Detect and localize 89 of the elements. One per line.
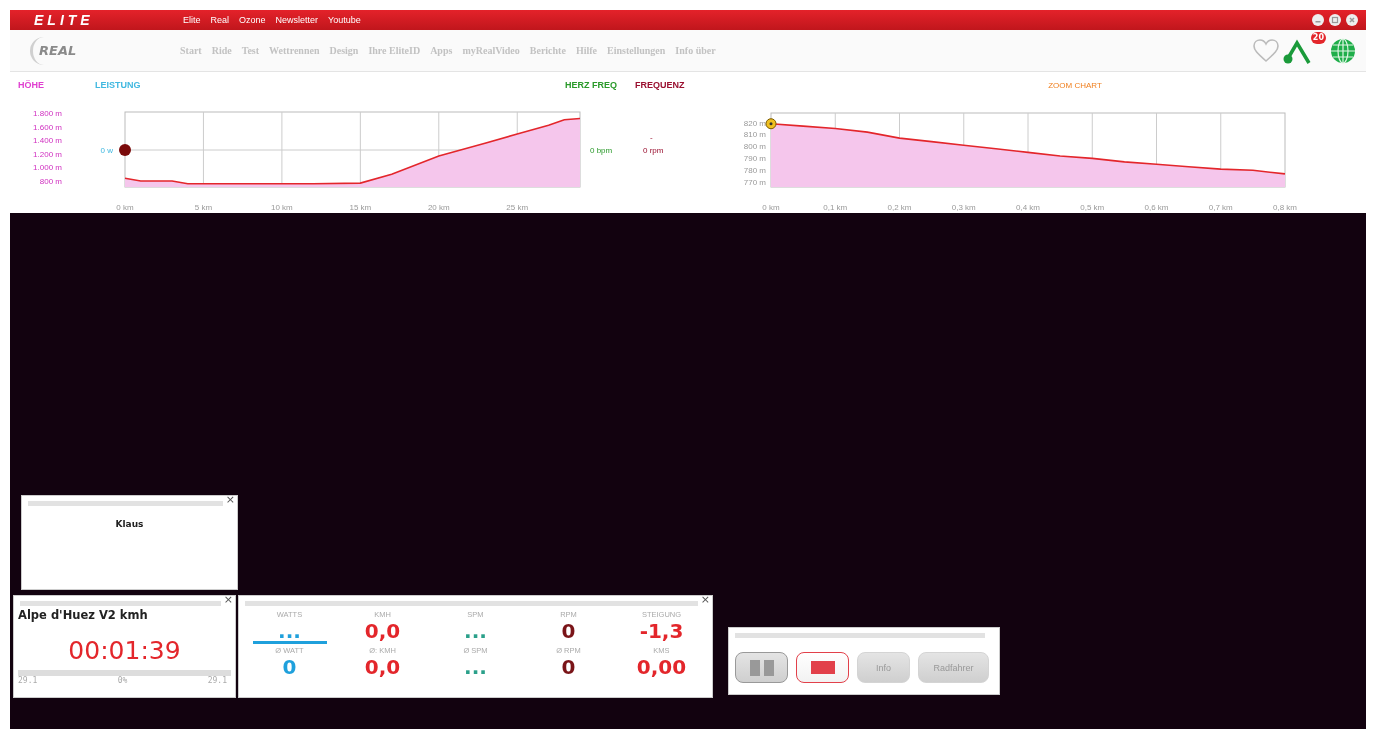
- elapsed-time: 00:01:39: [67, 636, 182, 666]
- axis-label: 0,1 km: [823, 203, 848, 212]
- axis-label: 770 m: [743, 178, 766, 188]
- axis-label: 810 m: [743, 130, 766, 140]
- axis-label: 800 m: [743, 142, 766, 152]
- maximize-icon[interactable]: [1329, 14, 1341, 26]
- axis-label: 800 m: [39, 177, 62, 186]
- axis-label: 25 km: [506, 203, 529, 212]
- position-marker: [119, 144, 131, 156]
- globe-icon[interactable]: [1330, 37, 1356, 64]
- chart-label[interactable]: HÖHE: [18, 80, 44, 90]
- stat-value: -1,3: [639, 619, 684, 643]
- axis-label: 0,5 km: [1080, 203, 1105, 212]
- chart-label[interactable]: HERZ FREQ: [565, 80, 617, 90]
- nav-item[interactable]: Design: [329, 45, 359, 56]
- axis-label: 820 m: [743, 118, 766, 128]
- axis-label: 0,2 km: [887, 203, 912, 212]
- minimize-icon[interactable]: [1312, 14, 1324, 26]
- distance-label: 29.1: [207, 676, 227, 685]
- stat-value: ...: [278, 619, 301, 643]
- panel-button[interactable]: Info: [857, 652, 910, 683]
- menu-item[interactable]: Real: [210, 15, 230, 25]
- menu-item[interactable]: Elite: [183, 15, 201, 25]
- percent-label: 0%: [117, 676, 128, 685]
- stat-value: ...: [464, 619, 487, 643]
- axis-label: 780 m: [743, 166, 766, 176]
- position-marker: [765, 118, 777, 130]
- axis-label: 1.200 m: [33, 149, 62, 159]
- menu-item[interactable]: Youtube: [328, 15, 361, 25]
- heart-icon[interactable]: [1252, 38, 1279, 63]
- heart-rate-reading: 0 bpm: [590, 146, 613, 155]
- pause-icon: [747, 659, 776, 676]
- stat-value: ...: [464, 655, 487, 679]
- stat-value: 0,0: [364, 619, 401, 643]
- axis-label: 0,8 km: [1273, 203, 1297, 212]
- cadence-mark: -: [650, 133, 653, 142]
- axis-label: 15 km: [349, 203, 372, 212]
- nav-item[interactable]: Wettrennen: [269, 45, 320, 56]
- stop-button[interactable]: [796, 652, 849, 683]
- stop-icon: [810, 661, 835, 674]
- axis-label: 0,3 km: [951, 203, 976, 212]
- axis-label: 10 km: [271, 203, 293, 212]
- nav-item[interactable]: Info über: [675, 45, 716, 56]
- pause-button[interactable]: [735, 652, 788, 683]
- stat-value: 0,0: [364, 655, 401, 679]
- nav-item[interactable]: Hilfe: [575, 45, 597, 56]
- axis-label: 0 km: [116, 203, 134, 212]
- rider-name: Klaus: [115, 519, 144, 531]
- axis-label: 5 km: [194, 203, 213, 212]
- axis-label: 1.800 m: [33, 109, 62, 118]
- close-button[interactable]: ×: [223, 594, 233, 606]
- nav-item[interactable]: Apps: [430, 45, 453, 56]
- nav-item[interactable]: Ihre EliteID: [368, 45, 421, 56]
- stat-value: 0: [561, 619, 576, 643]
- axis-label: 0,7 km: [1208, 203, 1233, 212]
- axis-label: 0 km: [762, 203, 780, 212]
- chart-label[interactable]: FREQUENZ: [635, 80, 685, 90]
- axis-label: 1.600 m: [33, 122, 62, 132]
- cadence-reading: 0 rpm: [643, 146, 664, 155]
- axis-label: 20 km: [427, 203, 450, 212]
- menu-item[interactable]: Ozone: [239, 15, 266, 25]
- nav-item[interactable]: Einstellungen: [607, 45, 666, 56]
- stat-value: 0: [561, 655, 576, 679]
- nav-item[interactable]: Test: [241, 45, 260, 56]
- chart-title: ZOOM CHART: [1048, 81, 1102, 90]
- close-button[interactable]: ×: [225, 494, 235, 506]
- chart-label[interactable]: LEISTUNG: [95, 80, 141, 90]
- panel-button[interactable]: Radfahrer: [918, 652, 989, 683]
- axis-label: 1.400 m: [33, 136, 62, 146]
- stat-value: 0,00: [636, 655, 687, 679]
- axis-label: 0,4 km: [1016, 203, 1040, 212]
- route-icon[interactable]: [1282, 37, 1311, 64]
- close-icon[interactable]: [1346, 14, 1358, 26]
- axis-label: 0,6 km: [1144, 203, 1169, 212]
- menu-item[interactable]: Newsletter: [275, 15, 319, 25]
- axis-label: 790 m: [743, 154, 766, 164]
- power-reading: 0 w: [100, 146, 113, 155]
- nav-item[interactable]: Berichte: [529, 45, 566, 56]
- stat-value: 0: [282, 655, 297, 679]
- real-logo: REAL: [30, 36, 86, 65]
- notification-badge: 20: [1310, 31, 1326, 44]
- nav-item[interactable]: Start: [180, 45, 202, 56]
- axis-label: 1.000 m: [33, 163, 62, 173]
- elite-logo: ELITE: [34, 12, 95, 28]
- distance-label: 29.1: [18, 676, 38, 685]
- nav-item[interactable]: myRealVideo: [462, 45, 520, 56]
- close-button[interactable]: ×: [700, 594, 710, 606]
- route-title: Alpe d'Huez V2 kmh: [18, 608, 149, 622]
- nav-item[interactable]: Ride: [211, 45, 232, 56]
